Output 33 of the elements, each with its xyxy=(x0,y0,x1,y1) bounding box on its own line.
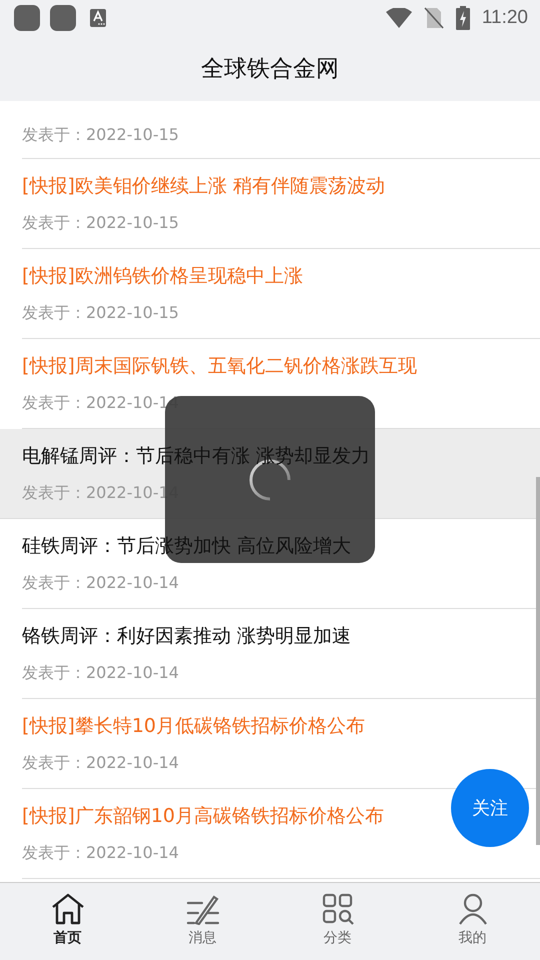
follow-button[interactable]: 关注 xyxy=(451,769,529,847)
keyboard-icon xyxy=(90,9,106,27)
article-row[interactable]: [快报]欧美钼价继续上涨 稍有伴随震荡波动 发表于：2022-10-15 xyxy=(22,159,540,249)
wifi-icon xyxy=(386,8,412,28)
notification-icon xyxy=(50,5,76,31)
grid-search-icon xyxy=(322,893,354,925)
publish-date: 发表于：2022-10-15 xyxy=(22,213,179,234)
publish-date: 发表于：2022-10-14 xyxy=(22,663,179,684)
publish-date: 发表于：2022-10-15 xyxy=(22,303,179,324)
article-row[interactable]: [快报]欧洲钨铁价格呈现稳中上涨 发表于：2022-10-15 xyxy=(22,249,540,339)
article-title: [快报]广东韶钢10月高碳铬铁招标价格公布 xyxy=(22,804,384,829)
nav-tab[interactable]: 分类 xyxy=(270,883,405,960)
notification-icon xyxy=(14,5,40,31)
home-icon xyxy=(50,893,84,925)
article-title: 铬铁周评：利好因素推动 涨势明显加速 xyxy=(22,624,352,649)
pencil-lines-icon xyxy=(186,893,220,925)
app-title: 全球铁合金网 xyxy=(201,55,339,84)
article-title: [快报]周末国际钒铁、五氧化二钒价格涨跌互现 xyxy=(22,354,417,379)
article-title: [快报]攀长特10月低碳铬铁招标价格公布 xyxy=(22,714,366,739)
nav-tab[interactable]: 首页 xyxy=(0,883,135,960)
publish-date: 发表于：2022-10-14 xyxy=(22,573,179,594)
nav-tab[interactable]: 我的 xyxy=(405,883,540,960)
clock: 11:20 xyxy=(482,7,528,29)
article-row[interactable]: 发表于：2022-10-15 xyxy=(22,101,540,159)
publish-date: 发表于：2022-10-14 xyxy=(22,843,179,864)
article-title: [快报]欧洲钨铁价格呈现稳中上涨 xyxy=(22,264,303,289)
article-title: [快报]欧美钼价继续上涨 稍有伴随震荡波动 xyxy=(22,174,385,199)
battery-charging-icon xyxy=(456,6,470,30)
no-sim-icon xyxy=(424,7,444,29)
publish-date: 发表于：2022-10-15 xyxy=(22,125,179,146)
publish-date: 发表于：2022-10-14 xyxy=(22,753,179,774)
nav-tab[interactable]: 消息 xyxy=(135,883,270,960)
person-icon xyxy=(458,893,488,925)
